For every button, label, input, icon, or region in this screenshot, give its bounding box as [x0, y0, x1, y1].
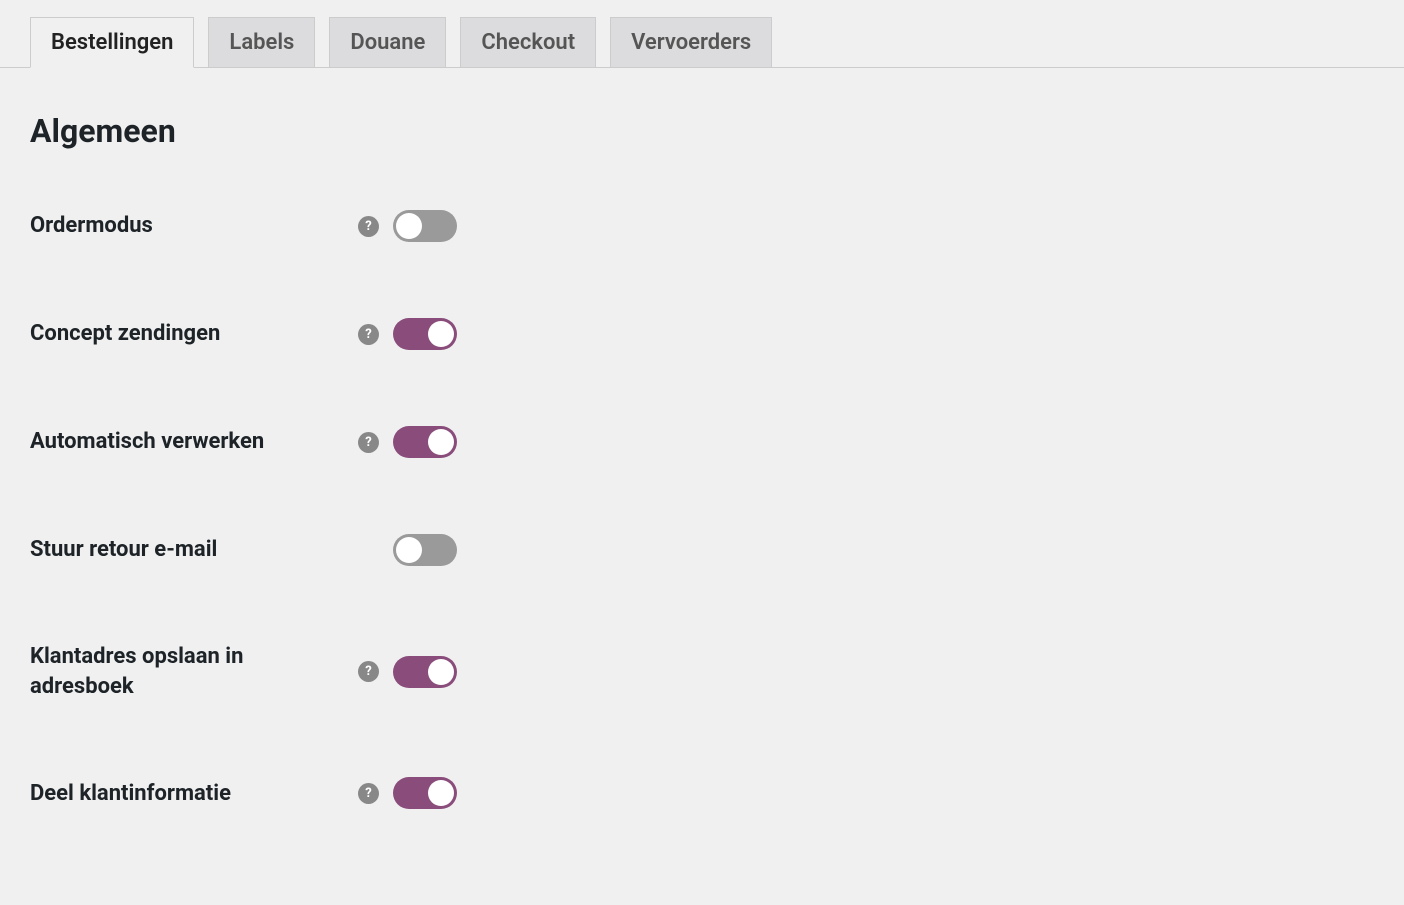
setting-control: ? — [358, 777, 457, 809]
tab-vervoerders[interactable]: Vervoerders — [610, 17, 772, 68]
settings-content: Algemeen Ordermodus ? Concept zendingen … — [0, 68, 1404, 905]
tabs-bar: Bestellingen Labels Douane Checkout Verv… — [0, 0, 1404, 68]
help-icon[interactable]: ? — [358, 432, 379, 453]
setting-label: Stuur retour e-mail — [30, 535, 358, 565]
toggle-klantadres-opslaan[interactable] — [393, 656, 457, 688]
setting-label: Ordermodus — [30, 211, 358, 241]
toggle-automatisch-verwerken[interactable] — [393, 426, 457, 458]
tab-checkout[interactable]: Checkout — [460, 17, 596, 68]
setting-row-klantadres-opslaan: Klantadres opslaan in adresboek ? — [30, 642, 1374, 701]
help-icon[interactable]: ? — [358, 783, 379, 804]
setting-row-concept-zendingen: Concept zendingen ? — [30, 318, 1374, 350]
tab-bestellingen[interactable]: Bestellingen — [30, 17, 194, 68]
tab-labels[interactable]: Labels — [208, 17, 315, 68]
help-icon[interactable]: ? — [358, 216, 379, 237]
setting-control: ? — [358, 426, 457, 458]
setting-control: ? — [358, 210, 457, 242]
setting-label: Klantadres opslaan in adresboek — [30, 642, 358, 701]
toggle-concept-zendingen[interactable] — [393, 318, 457, 350]
setting-row-deel-klantinformatie: Deel klantinformatie ? — [30, 777, 1374, 809]
toggle-stuur-retour-email[interactable] — [393, 534, 457, 566]
toggle-ordermodus[interactable] — [393, 210, 457, 242]
help-placeholder — [358, 540, 379, 561]
setting-control — [358, 534, 457, 566]
setting-control: ? — [358, 656, 457, 688]
setting-row-ordermodus: Ordermodus ? — [30, 210, 1374, 242]
help-icon[interactable]: ? — [358, 324, 379, 345]
setting-control: ? — [358, 318, 457, 350]
section-title: Algemeen — [30, 112, 1374, 150]
setting-label: Concept zendingen — [30, 319, 358, 349]
setting-label: Automatisch verwerken — [30, 427, 358, 457]
toggle-deel-klantinformatie[interactable] — [393, 777, 457, 809]
help-icon[interactable]: ? — [358, 661, 379, 682]
setting-row-stuur-retour-email: Stuur retour e-mail — [30, 534, 1374, 566]
setting-row-automatisch-verwerken: Automatisch verwerken ? — [30, 426, 1374, 458]
setting-label: Deel klantinformatie — [30, 779, 358, 809]
tab-douane[interactable]: Douane — [329, 17, 446, 68]
